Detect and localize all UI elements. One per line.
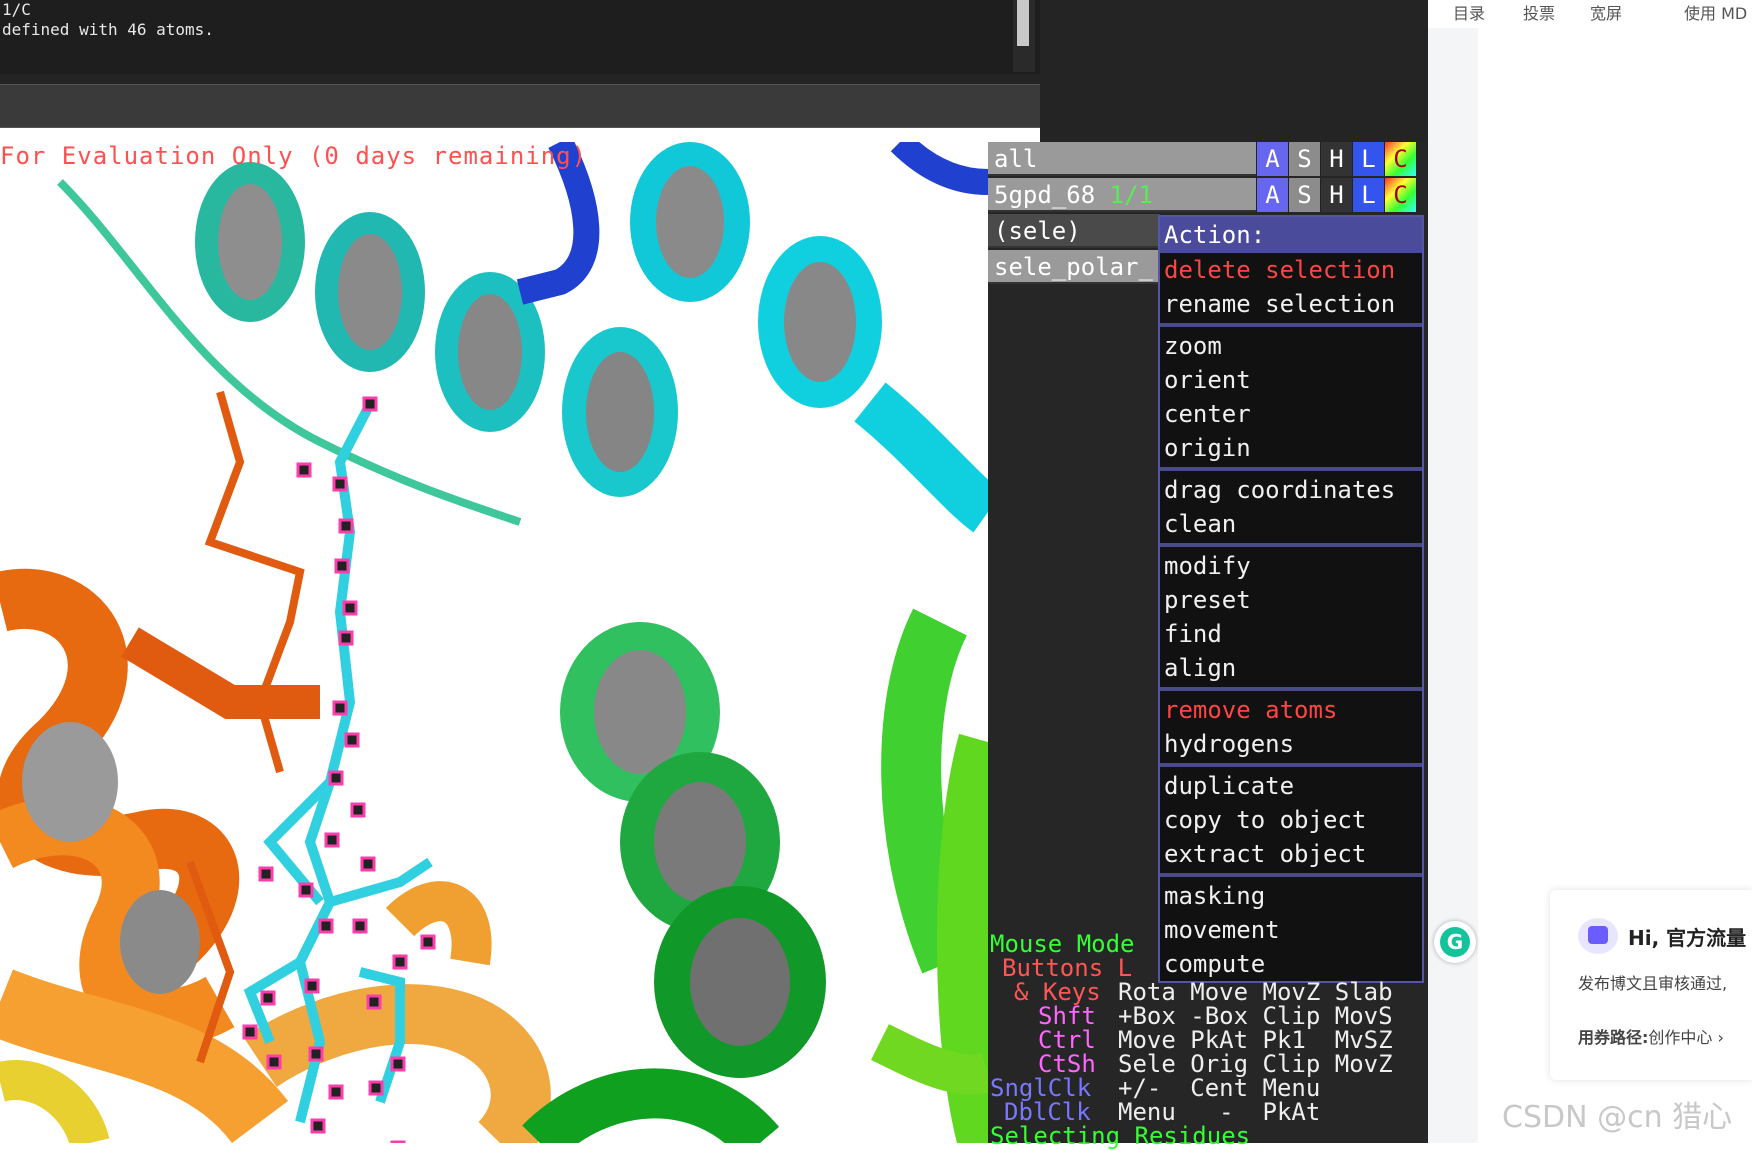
- menu-separator: [1160, 873, 1422, 877]
- csdn-watermark: CSDN @cn 猎心: [1502, 1100, 1733, 1135]
- menu-item-align[interactable]: align: [1160, 651, 1422, 685]
- object-5gpd[interactable]: 5gpd_68 1/1: [988, 178, 1256, 212]
- menu-item-orient[interactable]: orient: [1160, 363, 1422, 397]
- label-button[interactable]: L: [1352, 178, 1384, 212]
- menu-item-clean[interactable]: clean: [1160, 507, 1422, 541]
- object-all-buttons: A S H L C: [1256, 142, 1416, 176]
- object-name: (sele): [994, 217, 1081, 245]
- nav-vote[interactable]: 投票: [1523, 0, 1555, 24]
- object-all[interactable]: all: [988, 142, 1256, 176]
- menu-separator: [1160, 543, 1422, 547]
- single-click-key: SnglClk: [990, 1074, 1092, 1102]
- color-button[interactable]: C: [1384, 178, 1416, 212]
- protein-cartoon-render[interactable]: [0, 142, 988, 1143]
- title-strip: [1040, 0, 1428, 142]
- grammarly-icon[interactable]: G: [1440, 927, 1470, 957]
- nav-use-md[interactable]: 使用 MD: [1684, 0, 1747, 24]
- divider: [0, 74, 1428, 84]
- menu-item-compute[interactable]: compute: [1160, 947, 1422, 981]
- evaluation-watermark: For Evaluation Only (0 days remaining): [0, 142, 588, 170]
- page-toolbar: 目录 投票 宽屏 使用 MD: [1428, 0, 1752, 28]
- card-path-value[interactable]: 创作中心 ›: [1648, 1028, 1724, 1047]
- menu-item-delete-selection[interactable]: delete selection: [1160, 253, 1422, 287]
- menu-item-center[interactable]: center: [1160, 397, 1422, 431]
- console-line: 1/C: [2, 0, 31, 19]
- object-sele-polar[interactable]: sele_polar_: [988, 250, 1160, 284]
- shift-actions: +Box -Box Clip MovS: [1118, 1002, 1393, 1030]
- menu-item-movement[interactable]: movement: [1160, 913, 1422, 947]
- double-click-actions: Menu - PkAt: [1118, 1098, 1321, 1126]
- action-popup-menu: Action: delete selection rename selectio…: [1158, 215, 1424, 983]
- keys-row: Rota Move MovZ Slab: [1118, 978, 1393, 1006]
- object-name: sele_polar_: [994, 253, 1153, 281]
- menu-title: Action:: [1160, 217, 1422, 253]
- object-sele[interactable]: (sele): [988, 214, 1160, 248]
- menu-item-duplicate[interactable]: duplicate: [1160, 769, 1422, 803]
- menu-item-rename-selection[interactable]: rename selection: [1160, 287, 1422, 321]
- nav-widescreen[interactable]: 宽屏: [1590, 0, 1622, 24]
- command-input[interactable]: [0, 84, 1040, 128]
- console-scroll-thumb[interactable]: [1017, 0, 1029, 46]
- buttons-label: Buttons L: [1002, 956, 1132, 980]
- action-button[interactable]: A: [1256, 142, 1288, 176]
- menu-item-drag-coordinates[interactable]: drag coordinates: [1160, 473, 1422, 507]
- object-state: 1/1: [1109, 181, 1153, 209]
- console-line: defined with 46 atoms.: [2, 20, 214, 39]
- menu-item-extract-object[interactable]: extract object: [1160, 837, 1422, 871]
- label-button[interactable]: L: [1352, 142, 1384, 176]
- menu-item-zoom[interactable]: zoom: [1160, 329, 1422, 363]
- object-name: all: [994, 145, 1038, 173]
- hide-button[interactable]: H: [1320, 178, 1352, 212]
- menu-item-hydrogens[interactable]: hydrogens: [1160, 727, 1422, 761]
- card-path: 用券路径:创作中心 ›: [1578, 1024, 1752, 1048]
- ctrl-key: Ctrl: [1038, 1026, 1096, 1054]
- mouse-mode-title[interactable]: Mouse Mode: [990, 932, 1135, 956]
- keys-label: & Keys: [1014, 978, 1101, 1006]
- menu-separator: [1160, 687, 1422, 691]
- robot-icon: [1588, 926, 1608, 944]
- menu-item-remove-atoms[interactable]: remove atoms: [1160, 693, 1422, 727]
- molecular-viewport[interactable]: [0, 142, 988, 1143]
- ctsh-actions: Sele Orig Clip MovZ: [1118, 1050, 1393, 1078]
- object-5gpd-buttons: A S H L C: [1256, 178, 1416, 212]
- menu-item-modify[interactable]: modify: [1160, 549, 1422, 583]
- double-click-key: DblClk: [1004, 1098, 1091, 1126]
- menu-separator: [1160, 763, 1422, 767]
- nav-toc[interactable]: 目录: [1453, 0, 1485, 24]
- card-title: Hi, 官方流量: [1628, 926, 1747, 950]
- show-button[interactable]: S: [1288, 178, 1320, 212]
- hide-button[interactable]: H: [1320, 142, 1352, 176]
- single-click-actions: +/- Cent Menu: [1118, 1074, 1321, 1102]
- color-button[interactable]: C: [1384, 142, 1416, 176]
- shift-key: Shft: [1038, 1002, 1096, 1030]
- object-name: 5gpd_68: [994, 181, 1096, 209]
- menu-item-origin[interactable]: origin: [1160, 431, 1422, 465]
- menu-item-find[interactable]: find: [1160, 617, 1422, 651]
- card-path-label: 用券路径:: [1578, 1028, 1649, 1047]
- output-console: 1/C defined with 46 atoms.: [0, 0, 1042, 74]
- card-text: 发布博文且审核通过,: [1578, 974, 1728, 993]
- menu-separator: [1160, 323, 1422, 327]
- menu-item-masking[interactable]: masking: [1160, 879, 1422, 913]
- menu-item-copy-to-object[interactable]: copy to object: [1160, 803, 1422, 837]
- show-button[interactable]: S: [1288, 142, 1320, 176]
- selecting-mode[interactable]: Selecting Residues: [990, 1124, 1250, 1148]
- menu-separator: [1160, 467, 1422, 471]
- ctrl-actions: Move PkAt Pk1 MvSZ: [1118, 1026, 1393, 1054]
- action-button[interactable]: A: [1256, 178, 1288, 212]
- ctsh-key: CtSh: [1038, 1050, 1096, 1078]
- menu-item-preset[interactable]: preset: [1160, 583, 1422, 617]
